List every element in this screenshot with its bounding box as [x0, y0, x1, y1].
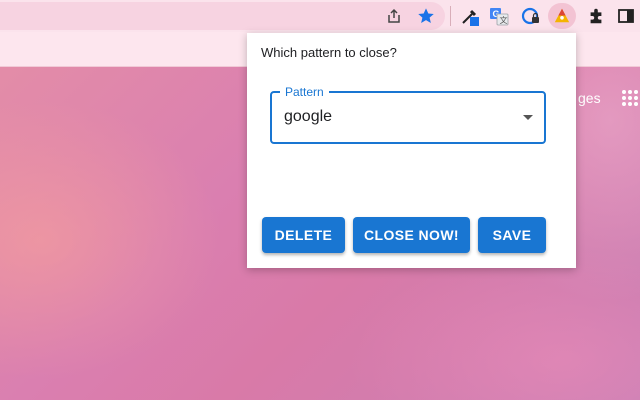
address-bar[interactable]	[0, 2, 445, 30]
toolbar-separator	[450, 6, 451, 26]
popup-title: Which pattern to close?	[261, 45, 397, 60]
translate-extension-icon[interactable]: G 文	[488, 5, 510, 27]
pattern-select[interactable]: Pattern google	[270, 84, 546, 144]
extension-popup: Which pattern to close? Pattern google D…	[247, 33, 576, 268]
save-button[interactable]: SAVE	[478, 217, 546, 253]
share-icon[interactable]	[383, 5, 405, 27]
apps-grid-icon[interactable]	[622, 90, 638, 106]
pattern-value: google	[284, 108, 333, 125]
tab-closer-extension-icon[interactable]	[551, 5, 573, 27]
pattern-label: Pattern	[280, 84, 329, 100]
password-extension-icon[interactable]	[520, 5, 542, 27]
close-now-button[interactable]: CLOSE NOW!	[353, 217, 470, 253]
color-picker-extension-icon[interactable]	[459, 5, 481, 27]
partial-link-images[interactable]: ges	[578, 90, 601, 106]
extensions-puzzle-icon[interactable]	[585, 5, 607, 27]
browser-toolbar: G 文	[0, 0, 640, 32]
bookmark-star-icon[interactable]	[415, 5, 437, 27]
svg-text:文: 文	[500, 15, 508, 25]
side-panel-icon[interactable]	[615, 5, 637, 27]
chevron-down-icon[interactable]	[523, 115, 533, 120]
delete-button[interactable]: DELETE	[262, 217, 345, 253]
